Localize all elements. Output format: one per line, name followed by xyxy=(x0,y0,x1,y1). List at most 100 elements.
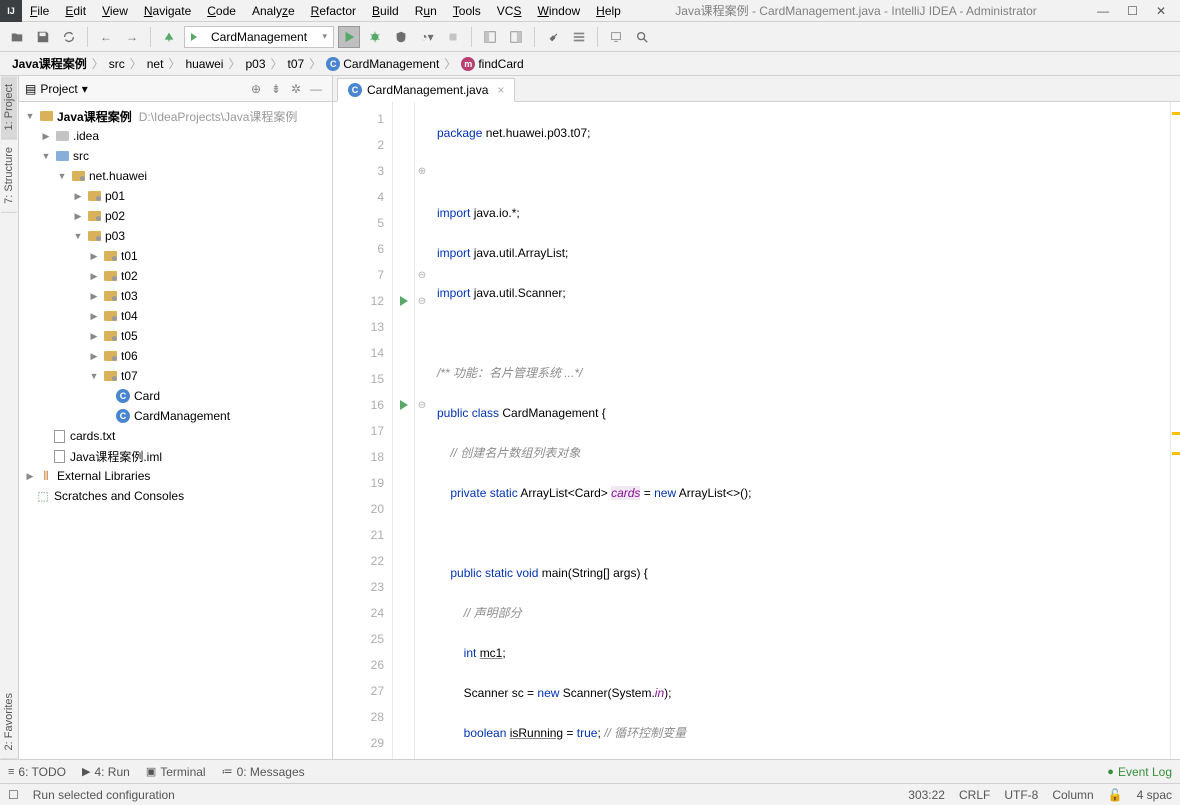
status-column[interactable]: Column xyxy=(1052,788,1093,802)
tree-cardmgmt[interactable]: CCardManagement xyxy=(19,406,332,426)
run-button[interactable] xyxy=(338,26,360,48)
menu-refactor[interactable]: Refactor xyxy=(303,1,364,21)
editor-tabbar: CCardManagement.java× xyxy=(333,76,1180,102)
tab-run[interactable]: ▶ 4: Run xyxy=(82,765,130,779)
menu-run[interactable]: Run xyxy=(407,1,445,21)
crumb-project[interactable]: Java课程案例 xyxy=(8,55,91,72)
run-main-icon[interactable] xyxy=(400,400,408,410)
lock-icon[interactable]: 🔓 xyxy=(1108,788,1123,802)
forward-button[interactable]: → xyxy=(121,26,143,48)
settings-button[interactable] xyxy=(542,26,564,48)
minimize-button[interactable]: — xyxy=(1097,4,1109,18)
tree-root[interactable]: ▼Java课程案例D:\IdeaProjects\Java课程案例 xyxy=(19,106,332,126)
project-pane-title[interactable]: ▤ Project ▾ xyxy=(25,82,88,96)
status-encoding[interactable]: UTF-8 xyxy=(1004,788,1038,802)
app-logo: IJ xyxy=(0,0,22,22)
hide-icon[interactable]: — xyxy=(306,82,326,96)
tree-t07[interactable]: ▼t07 xyxy=(19,366,332,386)
menu-tools[interactable]: Tools xyxy=(445,1,489,21)
tree-t01[interactable]: ▶t01 xyxy=(19,246,332,266)
close-button[interactable]: ✕ xyxy=(1156,4,1166,18)
locate-icon[interactable]: ⊕ xyxy=(246,82,266,96)
crumb-class[interactable]: CCardManagement xyxy=(322,57,443,71)
tree-pkg[interactable]: ▼net.huawei xyxy=(19,166,332,186)
line-gutter[interactable]: 123 456 71213 141516 171819 202122 23242… xyxy=(333,102,393,759)
crumb-t07[interactable]: t07 xyxy=(284,57,309,71)
project-tree[interactable]: ▼Java课程案例D:\IdeaProjects\Java课程案例 ▶.idea… xyxy=(19,102,332,759)
run-config-dropdown[interactable]: CardManagement xyxy=(184,26,334,48)
coverage-button[interactable] xyxy=(390,26,412,48)
maximize-button[interactable]: ☐ xyxy=(1127,4,1138,18)
menu-build[interactable]: Build xyxy=(364,1,407,21)
build-button[interactable] xyxy=(158,26,180,48)
tree-extlib[interactable]: ▶⫴External Libraries xyxy=(19,466,332,486)
avd-button[interactable] xyxy=(605,26,627,48)
search-button[interactable] xyxy=(631,26,653,48)
titlebar: IJ File Edit View Navigate Code Analyze … xyxy=(0,0,1180,22)
status-position[interactable]: 303:22 xyxy=(908,788,945,802)
tree-iml[interactable]: Java课程案例.iml xyxy=(19,446,332,466)
status-icon[interactable]: ☐ xyxy=(8,788,19,802)
menu-help[interactable]: Help xyxy=(588,1,629,21)
event-log[interactable]: ● Event Log xyxy=(1107,765,1172,779)
crumb-src[interactable]: src xyxy=(105,57,129,71)
code-content[interactable]: package net.huawei.p03.t07; import java.… xyxy=(429,102,1170,759)
run-config-label: CardManagement xyxy=(211,30,307,44)
menu-edit[interactable]: Edit xyxy=(57,1,94,21)
close-tab-icon[interactable]: × xyxy=(497,83,504,97)
error-stripe[interactable] xyxy=(1170,102,1180,759)
stop-button[interactable] xyxy=(442,26,464,48)
open-button[interactable] xyxy=(6,26,28,48)
gear-icon[interactable]: ✲ xyxy=(286,82,306,96)
menu-file[interactable]: File xyxy=(22,1,57,21)
menu-code[interactable]: Code xyxy=(199,1,244,21)
layout2-button[interactable] xyxy=(505,26,527,48)
tree-t02[interactable]: ▶t02 xyxy=(19,266,332,286)
fold-gutter[interactable]: ⊕ ⊖⊖ ⊖ xyxy=(415,102,429,759)
status-linesep[interactable]: CRLF xyxy=(959,788,990,802)
tab-todo[interactable]: ≡ 6: TODO xyxy=(8,765,66,779)
editor-tab[interactable]: CCardManagement.java× xyxy=(337,78,515,102)
tree-card[interactable]: CCard xyxy=(19,386,332,406)
status-indent[interactable]: 4 spac xyxy=(1137,788,1172,802)
tree-p01[interactable]: ▶p01 xyxy=(19,186,332,206)
debug-button[interactable] xyxy=(364,26,386,48)
layout1-button[interactable] xyxy=(479,26,501,48)
save-button[interactable] xyxy=(32,26,54,48)
tab-messages[interactable]: ≔ 0: Messages xyxy=(222,765,305,779)
project-pane: ▤ Project ▾ ⊕ ⇟ ✲ — ▼Java课程案例D:\IdeaProj… xyxy=(19,76,333,759)
structure-button[interactable] xyxy=(568,26,590,48)
crumb-net[interactable]: net xyxy=(143,57,168,71)
tab-project[interactable]: 1: Project xyxy=(1,76,17,139)
menu-navigate[interactable]: Navigate xyxy=(136,1,199,21)
tree-scratch[interactable]: ⬚Scratches and Consoles xyxy=(19,486,332,506)
tree-p02[interactable]: ▶p02 xyxy=(19,206,332,226)
menu-window[interactable]: Window xyxy=(529,1,588,21)
menu-view[interactable]: View xyxy=(94,1,136,21)
tree-src[interactable]: ▼src xyxy=(19,146,332,166)
tree-t05[interactable]: ▶t05 xyxy=(19,326,332,346)
tree-t03[interactable]: ▶t03 xyxy=(19,286,332,306)
collapse-icon[interactable]: ⇟ xyxy=(266,82,286,96)
tree-p03[interactable]: ▼p03 xyxy=(19,226,332,246)
tab-favorites[interactable]: 2: Favorites xyxy=(1,685,17,759)
run-gutter[interactable] xyxy=(393,102,415,759)
run-class-icon[interactable] xyxy=(400,296,408,306)
sync-button[interactable] xyxy=(58,26,80,48)
tree-t06[interactable]: ▶t06 xyxy=(19,346,332,366)
breadcrumb-bar: Java课程案例〉 src〉 net〉 huawei〉 p03〉 t07〉 CC… xyxy=(0,52,1180,76)
profile-button[interactable]: ◔▾ xyxy=(416,26,438,48)
crumb-huawei[interactable]: huawei xyxy=(181,57,227,71)
tab-terminal[interactable]: ▣ Terminal xyxy=(146,765,206,779)
toolbar: ← → CardManagement ◔▾ xyxy=(0,22,1180,52)
crumb-method[interactable]: mfindCard xyxy=(457,57,527,71)
menu-analyze[interactable]: Analyze xyxy=(244,1,303,21)
window-buttons: — ☐ ✕ xyxy=(1083,4,1180,18)
tree-t04[interactable]: ▶t04 xyxy=(19,306,332,326)
tab-structure[interactable]: 7: Structure xyxy=(1,139,17,213)
back-button[interactable]: ← xyxy=(95,26,117,48)
tree-cardstxt[interactable]: cards.txt xyxy=(19,426,332,446)
tree-idea[interactable]: ▶.idea xyxy=(19,126,332,146)
crumb-p03[interactable]: p03 xyxy=(241,57,269,71)
menu-vcs[interactable]: VCS xyxy=(489,1,530,21)
